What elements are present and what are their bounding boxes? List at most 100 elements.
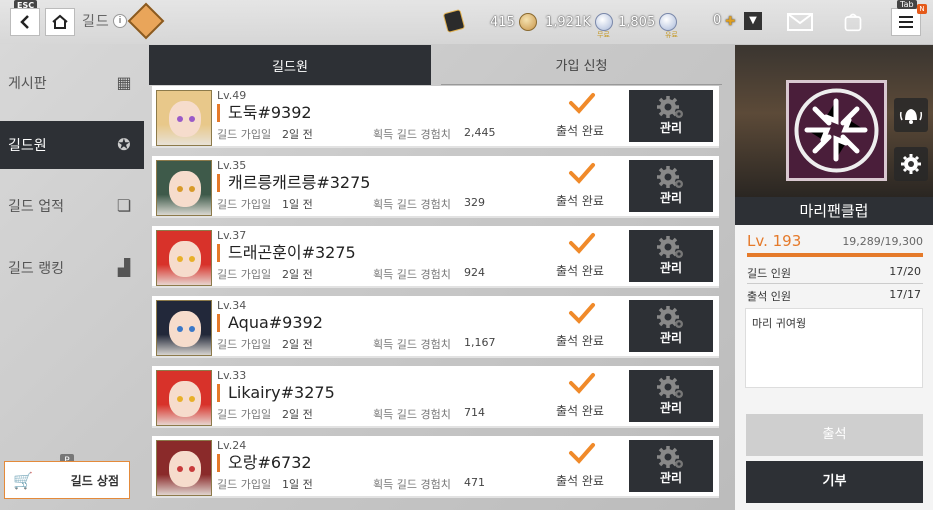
resource-stamina: 0 ✚ — [713, 13, 735, 28]
gear-icon — [901, 154, 921, 174]
joined-value: 1일 전 — [282, 478, 313, 491]
guild-settings-button[interactable] — [894, 147, 928, 181]
joined-label: 길드 가입일 — [217, 198, 272, 211]
sidebar-item-board[interactable]: 게시판 ▦ — [0, 59, 144, 107]
resource-dropdown-button[interactable]: ▼ — [744, 12, 762, 30]
manage-label: 관리 — [659, 191, 683, 205]
attend-button[interactable]: 출석 — [746, 414, 923, 456]
check-icon — [569, 233, 595, 254]
tab-members[interactable]: 길드원 — [149, 45, 431, 85]
portrait-face — [169, 171, 201, 207]
attendance-status: 출석 완료 — [556, 334, 604, 348]
guild-emblem-icon — [794, 88, 879, 173]
portrait-face — [169, 101, 201, 137]
joined-label: 길드 가입일 — [217, 478, 272, 491]
gear-icon — [657, 166, 683, 188]
manage-button[interactable]: 관리 — [629, 160, 713, 212]
gear-icon — [657, 446, 683, 468]
joined-value: 2일 전 — [282, 338, 313, 351]
attendance-status: 출석 완료 — [556, 124, 604, 138]
member-name: 도둑#9392 — [217, 104, 312, 122]
guild-emblem — [786, 80, 887, 181]
portrait-eye — [177, 256, 183, 262]
member-row: Lv.49 도둑#9392 길드 가입일 2일 전 획득 길드 경험치 2,44… — [152, 86, 719, 148]
member-name: Aqua#9392 — [217, 314, 323, 332]
gear-icon — [657, 306, 683, 328]
attendance-count-label: 출석 인원 — [747, 290, 791, 303]
guild-name: 마리팬클럽 — [735, 197, 933, 225]
info-button[interactable]: i — [113, 14, 127, 28]
crystal-icon — [594, 13, 613, 31]
gear-icon — [657, 376, 683, 398]
member-level: Lv.49 — [217, 89, 247, 102]
tab-members-label: 길드원 — [272, 59, 308, 75]
exp-value: 924 — [464, 266, 485, 279]
guild-shop-button[interactable]: 🛒 길드 상점 — [4, 461, 130, 499]
portrait-face — [169, 381, 201, 417]
member-portrait — [156, 440, 212, 496]
member-level: Lv.24 — [217, 439, 247, 452]
guild-level: Lv. 193 — [747, 232, 802, 250]
ranking-icon: ▟ — [117, 258, 131, 277]
portrait-eye — [177, 186, 183, 192]
attendance-status: 출석 완료 — [556, 194, 604, 208]
home-button[interactable] — [45, 8, 75, 36]
joined-label: 길드 가입일 — [217, 128, 272, 141]
member-portrait — [156, 230, 212, 286]
portrait-eye — [177, 116, 183, 122]
mail-icon[interactable] — [787, 12, 813, 32]
back-arrow-icon — [20, 15, 29, 29]
manage-button[interactable]: 관리 — [629, 300, 713, 352]
member-name: Likairy#3275 — [217, 384, 335, 402]
portrait-face — [169, 311, 201, 347]
attendance-count-value: 17/17 — [889, 288, 921, 301]
sidebar-item-label: 길드 업적 — [8, 199, 64, 215]
check-icon — [569, 443, 595, 464]
joined-value: 2일 전 — [282, 128, 313, 141]
member-portrait — [156, 90, 212, 146]
manage-button[interactable]: 관리 — [629, 440, 713, 492]
sidebar-item-achievement[interactable]: 길드 업적 ❏ — [0, 182, 144, 230]
manage-button[interactable]: 관리 — [629, 90, 713, 142]
sidebar: 게시판 ▦ 길드원 ✪ 길드 업적 ❏ 길드 랭킹 ▟ — [0, 44, 144, 510]
exp-value: 1,167 — [464, 336, 496, 349]
portrait-eye — [177, 326, 183, 332]
member-portrait — [156, 300, 212, 356]
notification-bell-button[interactable] — [894, 98, 928, 132]
page-title: 길드 — [82, 14, 110, 30]
inventory-icon[interactable] — [840, 12, 866, 32]
tab-applications-label: 가입 신청 — [555, 59, 608, 74]
sidebar-item-label: 게시판 — [8, 76, 47, 92]
guild-members-value: 17/20 — [889, 265, 921, 278]
portrait-eye — [189, 256, 195, 262]
divider — [747, 283, 923, 284]
portrait-face — [169, 241, 201, 277]
resource-3: 1,805 — [618, 13, 678, 31]
check-icon — [569, 93, 595, 114]
crystal-icon — [659, 13, 678, 31]
tab-tag: Tab — [897, 0, 917, 9]
new-badge: N — [917, 4, 927, 14]
manage-button[interactable]: 관리 — [629, 370, 713, 422]
portrait-eye — [177, 396, 183, 402]
attendance-status: 출석 완료 — [556, 474, 604, 488]
member-list[interactable]: Lv.49 도둑#9392 길드 가입일 2일 전 획득 길드 경험치 2,44… — [152, 85, 719, 510]
resource-3-value: 1,805 — [618, 14, 656, 30]
guild-banner — [735, 45, 933, 197]
member-row: Lv.33 Likairy#3275 길드 가입일 2일 전 획득 길드 경험치… — [152, 366, 719, 428]
manage-button[interactable]: 관리 — [629, 230, 713, 282]
attendance-status: 출석 완료 — [556, 264, 604, 278]
sidebar-item-label: 길드원 — [8, 138, 47, 154]
guild-members-label: 길드 인원 — [747, 267, 791, 280]
achievement-icon: ❏ — [116, 196, 132, 215]
sidebar-item-ranking[interactable]: 길드 랭킹 ▟ — [0, 244, 144, 292]
cart-icon: 🛒 — [13, 471, 33, 490]
plus-icon: ✚ — [725, 13, 736, 28]
portrait-eye — [177, 466, 183, 472]
board-icon: ▦ — [116, 73, 132, 92]
sidebar-item-members[interactable]: 길드원 ✪ — [0, 121, 144, 169]
tab-applications[interactable]: 가입 신청 — [441, 45, 722, 85]
donate-button[interactable]: 기부 — [746, 461, 923, 503]
guild-info-panel: 마리팬클럽 Lv. 193 19,289/19,300 길드 인원 17/20 … — [735, 45, 933, 510]
back-button[interactable] — [10, 8, 40, 36]
